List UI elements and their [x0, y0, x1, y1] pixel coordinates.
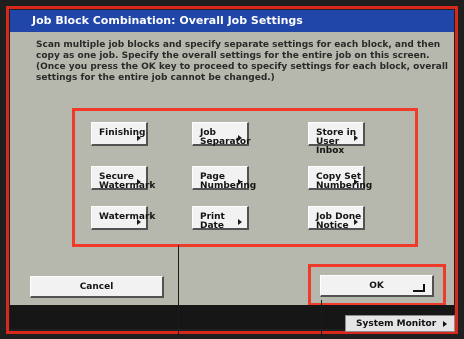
watermark-button[interactable]: Watermark — [91, 206, 155, 230]
ok-button[interactable]: OK — [320, 275, 434, 297]
callout-line — [321, 300, 322, 339]
right-arrow-icon — [354, 135, 358, 141]
job-separator-button[interactable]: Job Separator — [192, 122, 251, 147]
copy-set-numbering-button[interactable]: Copy Set Numbering — [308, 166, 372, 191]
instruction-line: (Once you press the OK key to proceed to… — [36, 62, 449, 72]
callout-line — [178, 245, 179, 339]
right-arrow-icon — [137, 179, 141, 185]
enter-icon — [413, 284, 425, 292]
page-numbering-button[interactable]: Page Numbering — [192, 166, 256, 191]
instruction-line: settings for the entire job cannot be ch… — [36, 73, 275, 83]
right-arrow-icon — [443, 321, 447, 327]
instructions-text: Scan multiple job blocks and specify sep… — [36, 40, 449, 84]
right-arrow-icon — [137, 135, 141, 141]
system-monitor-label: System Monitor — [356, 319, 437, 329]
instruction-line: Scan multiple job blocks and specify sep… — [36, 40, 441, 50]
cancel-button[interactable]: Cancel — [30, 276, 164, 298]
window-title: Job Block Combination: Overall Job Setti… — [10, 10, 454, 32]
job-done-notice-button[interactable]: Job Done Notice — [308, 206, 365, 231]
store-in-user-inbox-label: Store in User Inbox — [316, 128, 357, 156]
job-separator-label: Job Separator — [200, 128, 251, 147]
right-arrow-icon — [354, 219, 358, 225]
print-date-button[interactable]: Print Date — [192, 206, 249, 231]
secure-watermark-label: Secure Watermark — [99, 172, 156, 191]
right-arrow-icon — [354, 179, 358, 185]
store-in-user-inbox-button[interactable]: Store in User Inbox — [308, 122, 365, 156]
right-arrow-icon — [238, 219, 242, 225]
page-numbering-label: Page Numbering — [200, 172, 257, 191]
right-arrow-icon — [238, 135, 242, 141]
ok-label: OK — [369, 281, 384, 291]
settings-panel: Job Block Combination: Overall Job Setti… — [10, 10, 454, 306]
copy-set-numbering-label: Copy Set Numbering — [316, 172, 373, 191]
right-arrow-icon — [137, 219, 141, 225]
watermark-label: Watermark — [99, 212, 156, 222]
system-monitor-button[interactable]: System Monitor — [345, 315, 455, 332]
secure-watermark-button[interactable]: Secure Watermark — [91, 166, 155, 191]
instruction-line: copy as one job. Specify the overall set… — [36, 51, 430, 61]
finishing-button[interactable]: Finishing — [91, 122, 148, 146]
right-arrow-icon — [238, 179, 242, 185]
